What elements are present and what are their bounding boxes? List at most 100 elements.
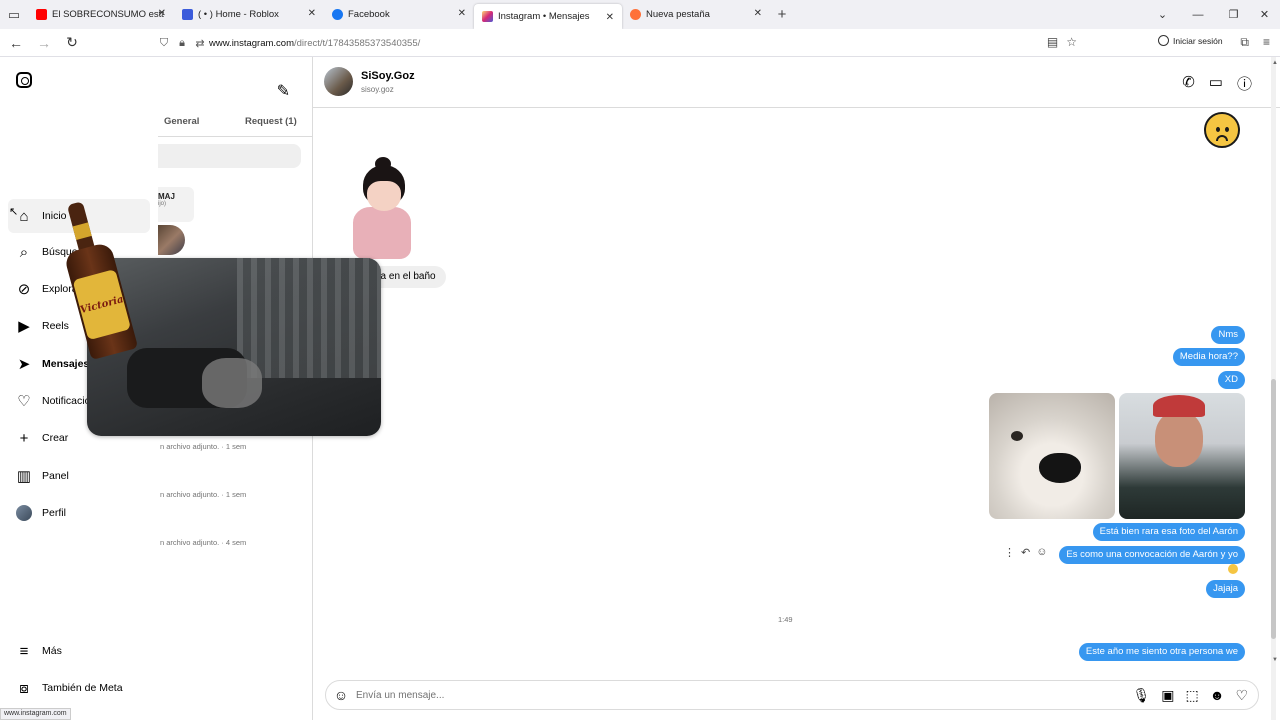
- heart-icon: ♡: [17, 393, 31, 410]
- close-window-button[interactable]: ✕: [1249, 8, 1280, 21]
- reply-icon[interactable]: ↶: [1021, 546, 1030, 559]
- tab-instagram[interactable]: Instagram • Mensajes ✕: [474, 4, 622, 29]
- account-icon: [1158, 35, 1169, 46]
- reaction-emoji[interactable]: [1228, 564, 1238, 574]
- gif-icon[interactable]: ⬚: [1185, 687, 1198, 704]
- nav-item-mas[interactable]: ≡ Más: [8, 634, 150, 668]
- close-icon[interactable]: ✕: [754, 8, 762, 19]
- url-bar[interactable]: ⛉ 🔒︎ ⇄ www.instagram.com/direct/t/178435…: [155, 32, 1077, 54]
- panel-icon: ▥: [16, 468, 32, 485]
- outgoing-message[interactable]: Nms: [1211, 326, 1245, 344]
- chevron-down-icon[interactable]: ⌄: [1147, 8, 1178, 21]
- minimize-button[interactable]: —: [1178, 9, 1218, 21]
- menu-icon[interactable]: ≡: [1263, 35, 1270, 50]
- explore-icon: ⊘: [17, 281, 31, 298]
- messages-icon: ➤: [17, 356, 31, 373]
- tab-roblox[interactable]: ( • ) Home - Roblox ✕: [174, 0, 324, 29]
- outgoing-message[interactable]: Media hora??: [1172, 348, 1245, 366]
- reload-icon[interactable]: ↻: [60, 31, 84, 55]
- tab-facebook[interactable]: Facebook ✕: [324, 0, 474, 29]
- facebook-icon: [332, 9, 343, 20]
- lock-icon[interactable]: 🔒︎: [173, 37, 191, 50]
- plus-icon: +: [19, 429, 29, 447]
- close-icon[interactable]: ✕: [606, 12, 614, 23]
- close-icon[interactable]: ✕: [158, 8, 166, 19]
- chat-header: SiSoy.Goz sisoy.goz ✆ ▭ ⓘ: [313, 57, 1280, 108]
- microphone-icon[interactable]: 🎙︎: [1132, 687, 1150, 704]
- search-input[interactable]: [158, 144, 301, 168]
- nav-item-panel[interactable]: ▥ Panel: [8, 459, 150, 493]
- dog-photo[interactable]: [989, 393, 1115, 519]
- chat-username: sisoy.goz: [361, 85, 394, 94]
- status-url: www.instagram.com: [0, 708, 71, 720]
- tab-general[interactable]: General: [164, 116, 199, 127]
- mouse-cursor-icon: ↖: [9, 206, 19, 218]
- emoji-icon[interactable]: ☺: [326, 687, 356, 703]
- chat-panel: SiSoy.Goz sisoy.goz ✆ ▭ ⓘ ba en el baño …: [313, 57, 1280, 720]
- firefox-icon: [630, 9, 641, 20]
- scrollbar-thumb[interactable]: [1271, 379, 1276, 639]
- info-icon[interactable]: ⓘ: [1237, 73, 1252, 94]
- boy-photo[interactable]: [1119, 393, 1245, 519]
- meta-apps-icon: ⧇: [19, 679, 29, 697]
- window-controls: ⌄ — ❐ ✕: [1147, 0, 1280, 29]
- nav-item-meta[interactable]: ⧇ También de Meta: [8, 671, 150, 705]
- back-icon[interactable]: ←: [4, 31, 28, 55]
- list-item-meta[interactable]: n archivo adjunto. · 1 sem: [160, 442, 246, 451]
- instagram-icon: [482, 11, 493, 22]
- forward-icon[interactable]: →: [32, 31, 56, 55]
- image-icon[interactable]: ▣: [1161, 687, 1174, 704]
- outgoing-message[interactable]: Es como una convocación de Aarón y yo: [1059, 546, 1245, 564]
- browser-tab-bar: ▭ El SOBRECONSUMO está arruin ✕ ( • ) Ho…: [0, 0, 1280, 29]
- avatar: [16, 505, 32, 521]
- scroll-up-icon[interactable]: ▲: [1272, 60, 1278, 66]
- message-input[interactable]: [356, 689, 1133, 701]
- girl-sticker: [345, 157, 419, 267]
- reels-icon: ▶: [18, 318, 30, 335]
- roblox-icon: [182, 9, 193, 20]
- message-actions: ⋮ ↶ ☺: [1004, 546, 1047, 559]
- scroll-down-icon[interactable]: ▼: [1272, 657, 1278, 663]
- signin-button[interactable]: Iniciar sesión: [1158, 35, 1223, 46]
- incoming-message[interactable]: ba en el baño: [375, 266, 446, 288]
- react-emoji-icon[interactable]: ☺: [1036, 546, 1047, 559]
- like-heart-icon[interactable]: ♡: [1235, 687, 1248, 704]
- message-composer: ☺ 🎙︎ ▣ ⬚ ☻ ♡: [325, 680, 1259, 710]
- hamburger-icon: ≡: [19, 642, 29, 660]
- tab-new[interactable]: Nueva pestaña ✕: [622, 0, 770, 29]
- bookmark-star-icon[interactable]: ☆: [1066, 35, 1077, 49]
- tab-youtube[interactable]: El SOBRECONSUMO está arruin ✕: [28, 0, 174, 29]
- tab-divider: [158, 136, 312, 137]
- video-icon[interactable]: ▭: [1209, 73, 1223, 94]
- list-item-meta[interactable]: n archivo adjunto. · 4 sem: [160, 538, 246, 547]
- avatar[interactable]: [324, 67, 353, 96]
- restore-button[interactable]: ❐: [1218, 8, 1249, 21]
- reader-view-icon[interactable]: ▤: [1047, 35, 1058, 49]
- shield-icon[interactable]: ⛉: [155, 37, 173, 50]
- nav-item-perfil[interactable]: Perfil: [8, 496, 150, 530]
- compose-icon[interactable]: ✎: [277, 81, 290, 101]
- sticker-icon[interactable]: ☻: [1210, 687, 1225, 704]
- bottle-label: Victoria: [72, 268, 132, 341]
- outgoing-message[interactable]: Jajaja: [1206, 580, 1245, 598]
- tab-request[interactable]: Request (1): [245, 116, 297, 127]
- extensions-icon[interactable]: ⧉: [1240, 35, 1249, 50]
- inbox-tabs: General Request (1): [158, 114, 312, 136]
- more-options-icon[interactable]: ⋮: [1004, 546, 1015, 559]
- youtube-icon: [36, 9, 47, 20]
- chat-name[interactable]: SiSoy.Goz: [361, 70, 415, 82]
- permissions-icon[interactable]: ⇄: [191, 37, 209, 50]
- close-icon[interactable]: ✕: [308, 8, 316, 19]
- list-item[interactable]: MAJ ijo): [158, 187, 194, 222]
- outgoing-message[interactable]: XD: [1217, 371, 1245, 389]
- search-icon: ⌕: [19, 243, 29, 261]
- phone-icon[interactable]: ✆: [1182, 73, 1195, 94]
- list-item-meta[interactable]: n archivo adjunto. · 1 sem: [160, 490, 246, 499]
- instagram-logo-icon[interactable]: [16, 72, 32, 88]
- outgoing-message[interactable]: Este año me siento otra persona we: [1078, 643, 1245, 661]
- avatar[interactable]: [158, 225, 185, 255]
- new-tab-button[interactable]: +: [770, 6, 794, 23]
- close-icon[interactable]: ✕: [458, 8, 466, 19]
- tab-list-icon[interactable]: ▭: [0, 0, 28, 29]
- outgoing-message[interactable]: Está bien rara esa foto del Aarón: [1092, 523, 1245, 541]
